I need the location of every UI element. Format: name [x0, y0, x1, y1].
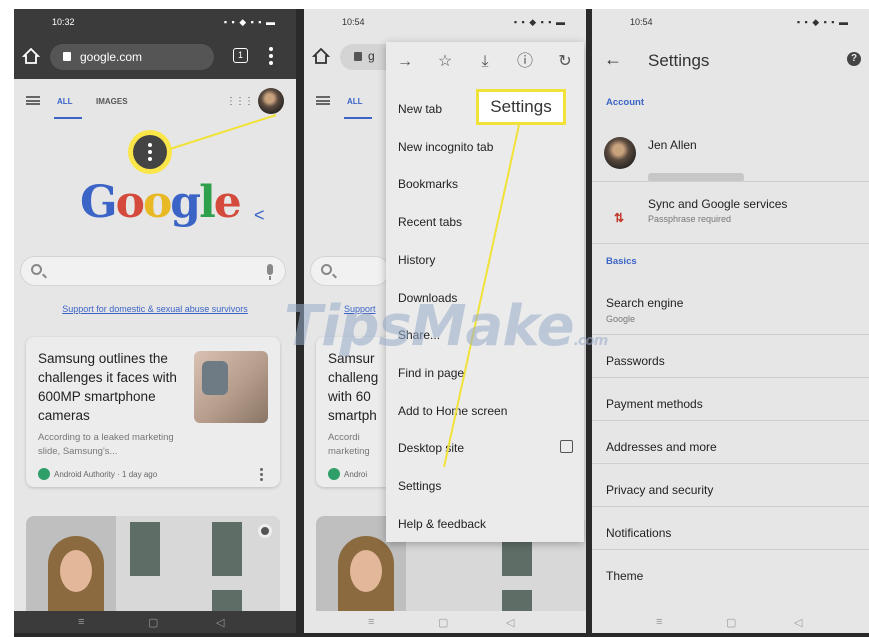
divider	[592, 549, 869, 550]
divider	[592, 243, 869, 244]
settings-header: ← Settings ?	[592, 35, 869, 87]
page-title: Settings	[648, 51, 710, 70]
settings-row[interactable]: Passwords	[606, 354, 665, 368]
back-nav-icon[interactable]: ◁	[794, 616, 802, 629]
watermark: TipsMake.com	[284, 294, 609, 359]
divider	[592, 334, 869, 335]
status-bar: 10:54 ▪ ▪ ◆ ▪ ▪ ▬	[592, 9, 869, 35]
status-icons: ▪ ▪ ◆ ▪ ▪ ▬	[796, 17, 849, 27]
sync-title: Sync and Google services	[648, 197, 788, 211]
back-arrow-icon[interactable]: ←	[604, 49, 622, 70]
settings-callout-label: Settings	[476, 89, 566, 125]
account-avatar	[604, 137, 636, 169]
section-account: Account	[606, 97, 644, 108]
sync-subtitle: Passphrase required	[648, 214, 732, 224]
settings-screen: 10:54 ▪ ▪ ◆ ▪ ▪ ▬ ← Settings ? Account J…	[592, 9, 869, 633]
search-engine-title: Search engine	[606, 296, 684, 310]
android-nav-bar: ≡ ▢ ◁	[592, 611, 869, 633]
screenshot-collage: 10:32 ▪ ▪ ◆ ▪ ▪ ▬ google.com 1 ALL IMAGE…	[14, 9, 869, 637]
watermark-main: TipsMake	[284, 294, 575, 359]
watermark-suffix: .com	[573, 333, 609, 349]
sync-error-icon: ⇅	[614, 211, 625, 225]
home-nav-icon[interactable]: ▢	[726, 616, 736, 629]
settings-row[interactable]: Theme	[606, 569, 643, 583]
divider	[592, 181, 869, 182]
settings-row[interactable]: Notifications	[606, 526, 671, 540]
divider	[592, 506, 869, 507]
status-time: 10:54	[630, 17, 653, 27]
help-icon[interactable]: ?	[847, 52, 861, 66]
callout-connector	[169, 114, 277, 150]
search-engine-value: Google	[606, 314, 636, 324]
settings-row[interactable]: Addresses and more	[606, 440, 717, 454]
account-name: Jen Allen	[648, 138, 697, 152]
recents-icon[interactable]: ≡	[656, 616, 662, 628]
divider	[592, 377, 869, 378]
settings-row[interactable]: Payment methods	[606, 397, 703, 411]
divider	[592, 420, 869, 421]
browser-home-screen: 10:32 ▪ ▪ ◆ ▪ ▪ ▬ google.com 1 ALL IMAGE…	[14, 9, 296, 633]
settings-row[interactable]: Privacy and security	[606, 483, 713, 497]
divider	[592, 463, 869, 464]
section-basics: Basics	[606, 256, 637, 267]
